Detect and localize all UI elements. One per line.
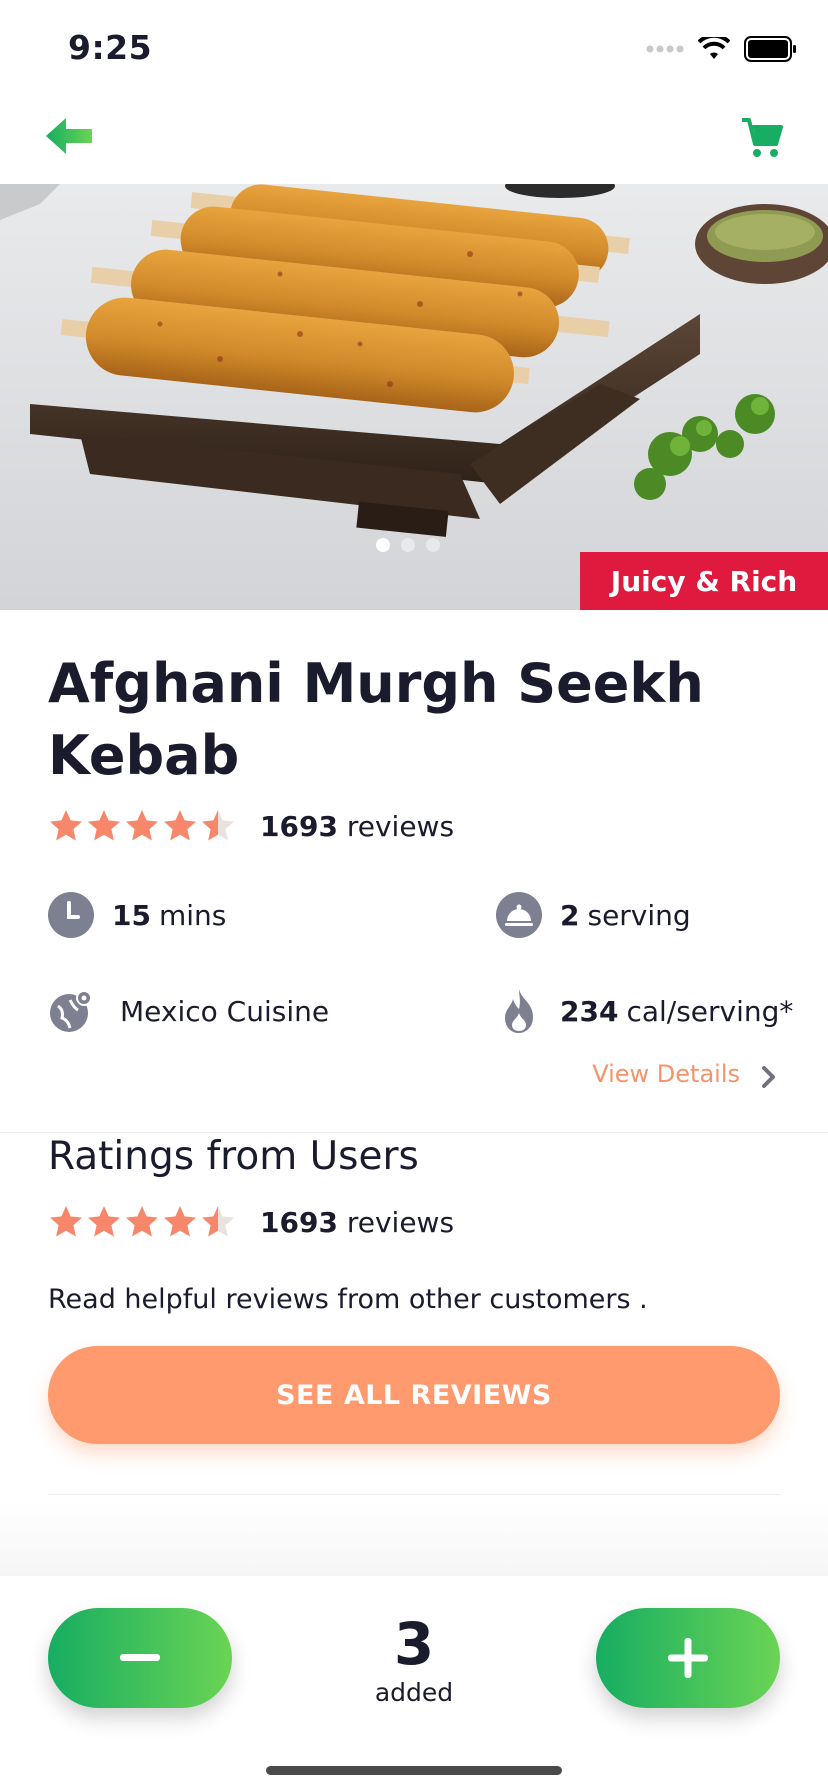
product-rating: 1693 reviews: [48, 808, 454, 844]
wifi-icon: [698, 37, 730, 59]
reviews-help-text: Read helpful reviews from other customer…: [48, 1284, 648, 1315]
minus-icon: [120, 1654, 160, 1661]
plus-icon: [668, 1638, 708, 1678]
cart-button[interactable]: [740, 116, 788, 164]
back-button[interactable]: [44, 116, 100, 166]
review-count: 1693 reviews: [260, 809, 455, 843]
servings: 2 serving: [496, 892, 691, 938]
scroll-fade: [0, 1500, 828, 1576]
chevron-right-icon[interactable]: [754, 1062, 784, 1092]
star-icon: [50, 1206, 82, 1237]
star-icon: [88, 810, 120, 841]
status-icons: [646, 36, 798, 62]
flame-icon: [496, 988, 542, 1034]
battery-icon: [744, 36, 796, 62]
carousel-dot[interactable]: [376, 538, 390, 552]
star-rating: [48, 1204, 236, 1240]
star-icon: [202, 1206, 234, 1237]
star-icon: [88, 1206, 120, 1237]
cuisine: Mexico Cuisine: [48, 988, 329, 1034]
quantity-label: added: [374, 1678, 454, 1707]
clock-icon: [48, 892, 94, 938]
decrease-quantity-button[interactable]: [48, 1608, 232, 1708]
view-details-link[interactable]: View Details: [592, 1060, 740, 1088]
globe-pin-icon: [48, 988, 94, 1034]
review-count: 1693 reviews: [260, 1205, 455, 1239]
see-all-reviews-button[interactable]: SEE ALL REVIEWS: [48, 1346, 780, 1444]
product-title: Afghani Murgh Seekh Kebab: [48, 652, 704, 787]
signal-icon: [646, 45, 684, 53]
star-icon: [164, 810, 196, 841]
ratings-section-title: Ratings from Users: [48, 1134, 419, 1179]
star-rating: [48, 808, 236, 844]
calories: 234 cal/serving*: [496, 988, 793, 1034]
carousel-dots[interactable]: [376, 538, 440, 552]
star-icon: [126, 1206, 158, 1237]
carousel-dot[interactable]: [426, 538, 440, 552]
home-indicator: [266, 1766, 562, 1775]
product-image-carousel[interactable]: Juicy & Rich: [0, 184, 828, 610]
carousel-dot[interactable]: [401, 538, 415, 552]
prep-time: 15 mins: [48, 892, 226, 938]
serving-cloche-icon: [496, 892, 542, 938]
back-arrow-icon: [46, 118, 92, 154]
status-time: 9:25: [68, 28, 153, 67]
divider: [48, 1494, 780, 1495]
increase-quantity-button[interactable]: [596, 1608, 780, 1708]
star-icon: [50, 810, 82, 841]
users-rating: 1693 reviews: [48, 1204, 454, 1240]
product-tag: Juicy & Rich: [580, 552, 828, 610]
cart-icon: [742, 118, 783, 157]
star-icon: [164, 1206, 196, 1237]
section-divider: [0, 1132, 828, 1133]
star-icon: [202, 810, 234, 841]
quantity-value: 3: [393, 1610, 435, 1678]
star-icon: [126, 810, 158, 841]
